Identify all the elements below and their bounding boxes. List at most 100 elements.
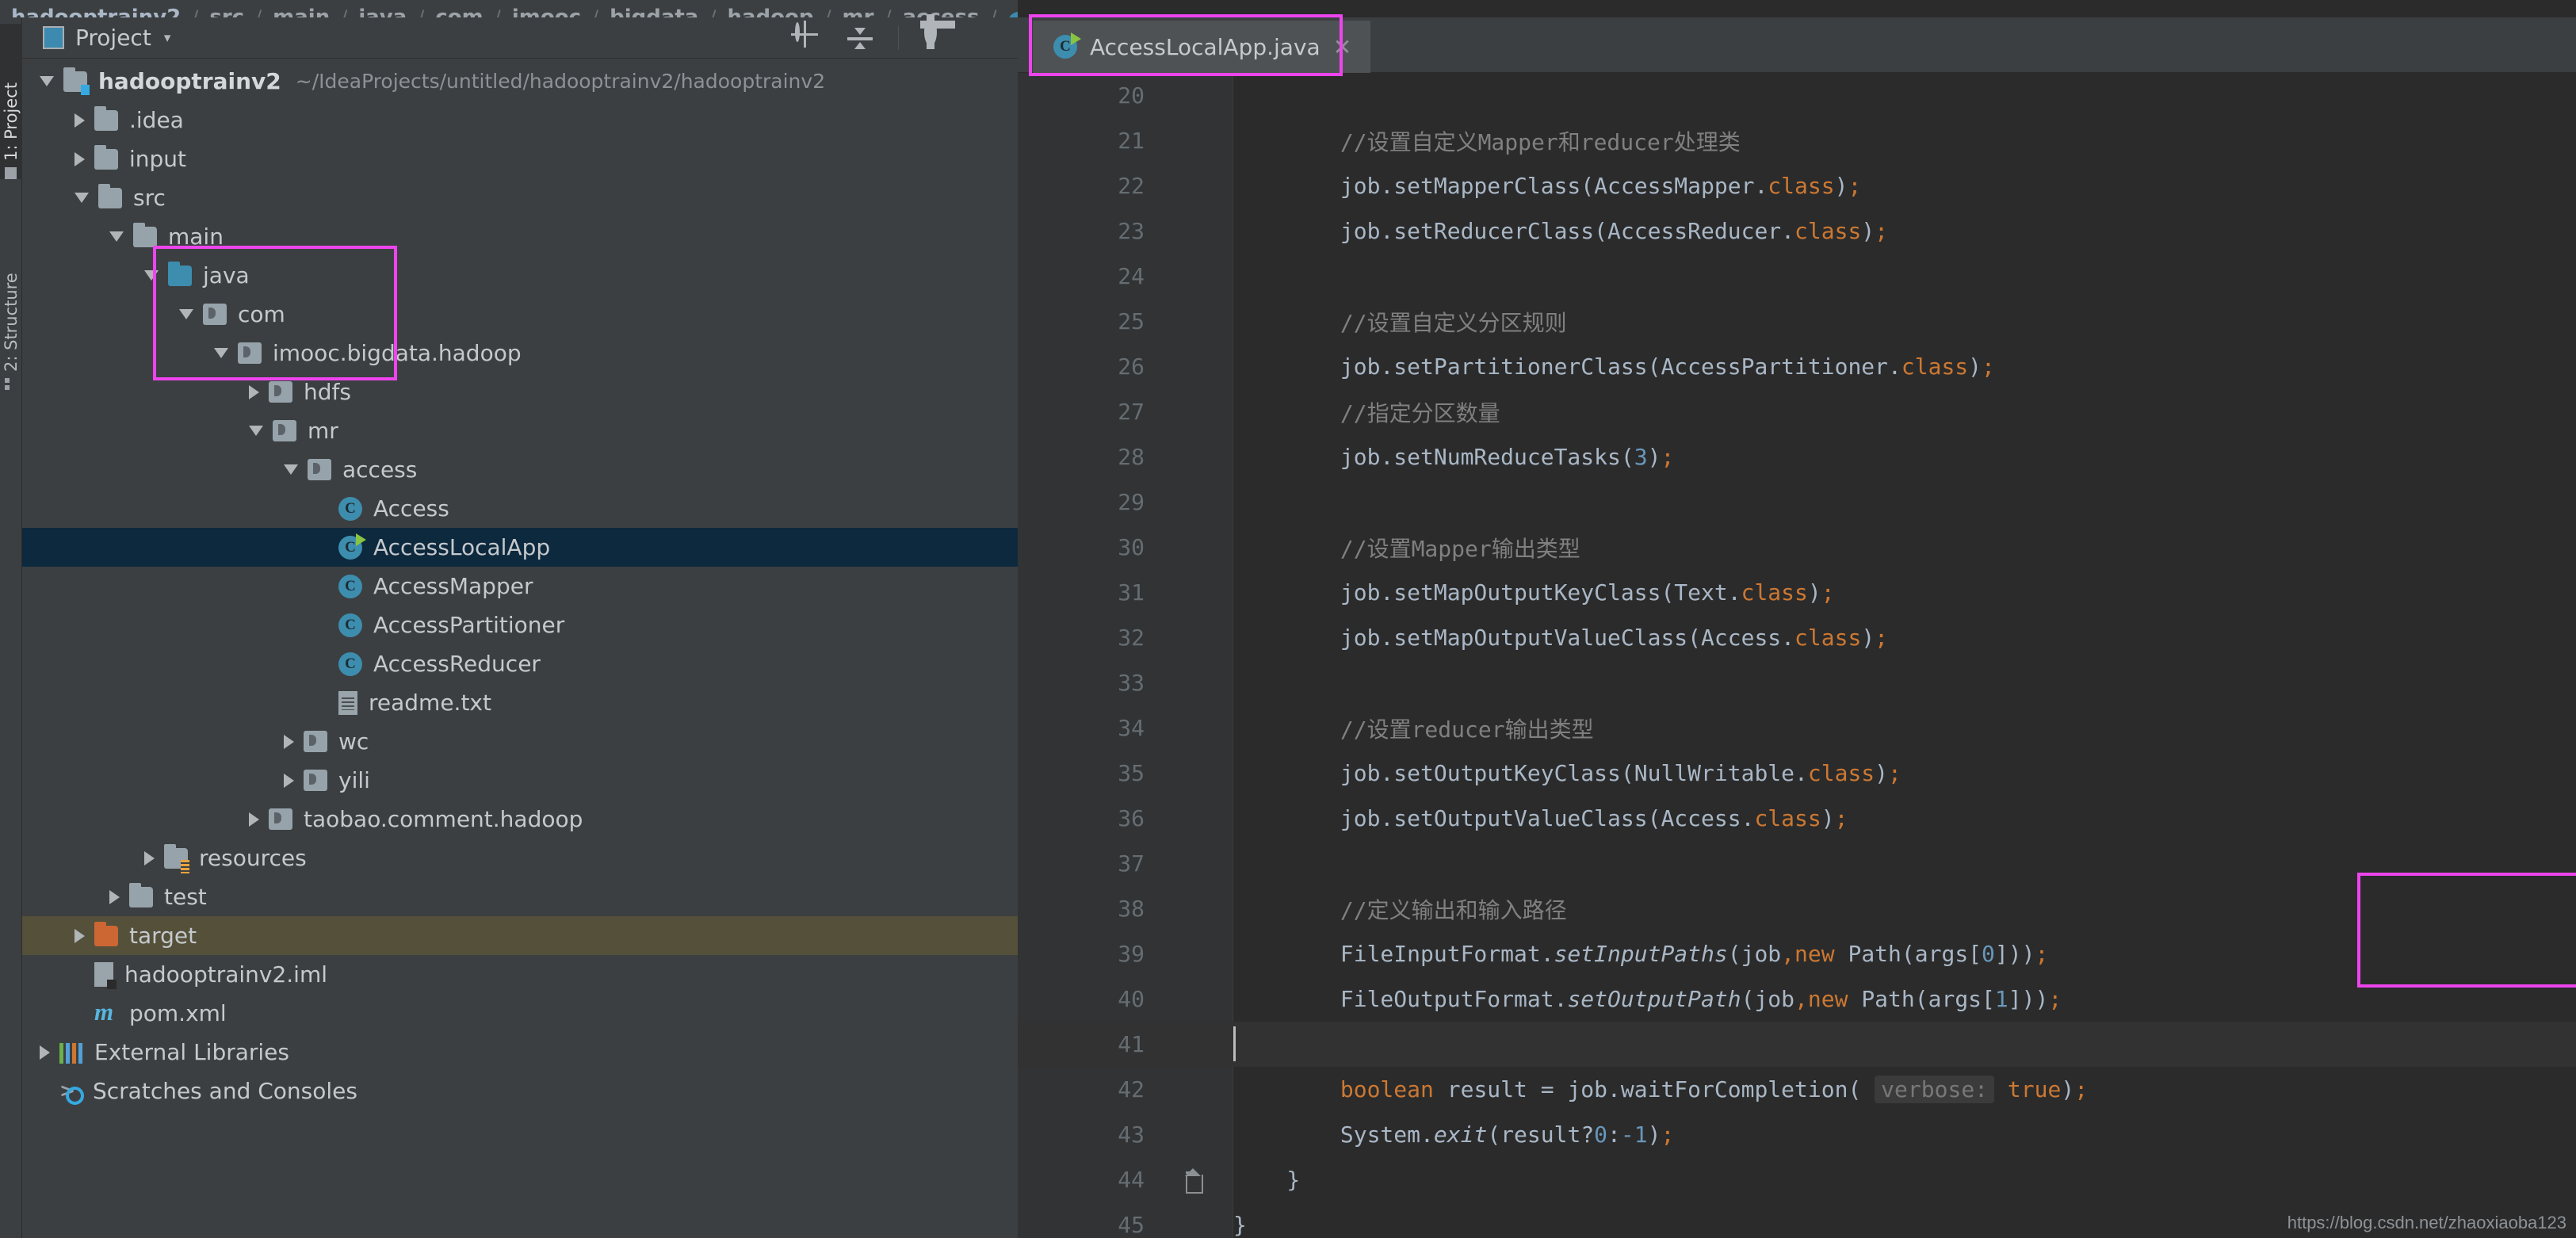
tree-toggle-down-icon[interactable] (75, 193, 89, 203)
tree-row-input[interactable]: input (22, 139, 1018, 178)
tree-row-accessreducer[interactable]: C AccessReducer (22, 644, 1018, 683)
code-line-35[interactable]: 35 job.setOutputKeyClass(NullWritable.cl… (1018, 751, 2576, 796)
tree-toggle-right-icon[interactable] (75, 928, 85, 943)
tree-toggle-right-icon[interactable] (249, 812, 259, 827)
breadcrumb-item[interactable]: hadooptrainv2 (11, 7, 181, 17)
breadcrumb-item[interactable]: main (273, 7, 330, 17)
tree-toggle-right-icon[interactable] (249, 384, 259, 399)
chevron-down-icon[interactable]: ▾ (164, 30, 171, 46)
tree-row-com[interactable]: com (22, 295, 1018, 334)
line-number: 40 (1118, 986, 1145, 1012)
tree-toggle-right-icon[interactable] (284, 734, 294, 749)
breadcrumb-item[interactable]: java (358, 7, 407, 17)
close-icon[interactable]: ✕ (1333, 34, 1351, 60)
code-line-31[interactable]: 31 job.setMapOutputKeyClass(Text.class); (1018, 570, 2576, 615)
tree-row-target[interactable]: target (22, 916, 1018, 955)
code-line-30[interactable]: 30 //设置Mapper输出类型 (1018, 525, 2576, 570)
tree-row-access[interactable]: C Access (22, 489, 1018, 528)
tree-toggle-right-icon[interactable] (40, 1045, 50, 1060)
code-line-37[interactable]: 37 (1018, 841, 2576, 886)
tree-toggle-right-icon[interactable] (75, 113, 85, 128)
tree-row-accesspartitioner[interactable]: C AccessPartitioner (22, 606, 1018, 644)
tree-label: AccessMapper (373, 572, 533, 599)
tree-row-accessmapper[interactable]: C AccessMapper (22, 567, 1018, 606)
tree-toggle-right-icon[interactable] (75, 151, 85, 166)
code-line-38[interactable]: 38 //定义输出和输入路径 (1018, 886, 2576, 931)
tree-toggle-down-icon[interactable] (144, 270, 159, 281)
tree-toggle-down-icon[interactable] (179, 309, 193, 319)
tree-row-hdfs[interactable]: hdfs (22, 373, 1018, 411)
code-line-28[interactable]: 28 job.setNumReduceTasks(3); (1018, 434, 2576, 480)
tree-row-readme-txt[interactable]: readme.txt (22, 683, 1018, 722)
tree-toggle-down-icon[interactable] (249, 426, 263, 436)
code-line-34[interactable]: 34 //设置reducer输出类型 (1018, 705, 2576, 751)
tree-row-access[interactable]: access (22, 450, 1018, 489)
code-line-40[interactable]: 40 FileOutputFormat.setOutputPath(job,ne… (1018, 976, 2576, 1022)
code-editor[interactable]: 20 21 //设置自定义Mapper和reducer处理类 22 job.setM… (1018, 73, 2576, 1238)
tree-row-hadooptrainv2-iml[interactable]: hadooptrainv2.iml (22, 955, 1018, 994)
folder-module-icon (63, 67, 90, 95)
breadcrumb-item[interactable]: com (435, 7, 483, 17)
code-text: } (1233, 1212, 1247, 1238)
tree-row-hadooptrainv2[interactable]: hadooptrainv2 ~/IdeaProjects/untitled/had… (22, 62, 1018, 101)
code-line-21[interactable]: 21 //设置自定义Mapper和reducer处理类 (1018, 118, 2576, 163)
tree-row-mr[interactable]: mr (22, 411, 1018, 450)
code-line-42[interactable]: 42 boolean result = job.waitForCompletio… (1018, 1067, 2576, 1112)
breadcrumb-item[interactable]: access (903, 7, 980, 17)
tree-label: imooc.bigdata.hadoop (273, 339, 522, 366)
tree-row-main[interactable]: main (22, 217, 1018, 256)
code-line-27[interactable]: 27 //指定分区数量 (1018, 389, 2576, 434)
tree-row--idea[interactable]: .idea (22, 101, 1018, 139)
project-tree[interactable]: hadooptrainv2 ~/IdeaProjects/untitled/had… (22, 59, 1018, 1110)
sidebar-tab-project[interactable]: 1: Project (0, 24, 22, 179)
code-line-32[interactable]: 32 job.setMapOutputValueClass(Access.cla… (1018, 615, 2576, 660)
tree-toggle-down-icon[interactable] (284, 464, 298, 475)
code-line-33[interactable]: 33 (1018, 660, 2576, 705)
code-line-26[interactable]: 26 job.setPartitionerClass(AccessPartiti… (1018, 344, 2576, 389)
code-line-44[interactable]: 44 } (1018, 1157, 2576, 1202)
tree-row-external-libraries[interactable]: External Libraries (22, 1033, 1018, 1072)
tree-toggle-right-icon[interactable] (109, 889, 120, 904)
tree-row-wc[interactable]: wc (22, 722, 1018, 761)
tree-row-accesslocalapp[interactable]: C AccessLocalApp (22, 528, 1018, 567)
tree-row-imooc-bigdata-hadoop[interactable]: imooc.bigdata.hadoop (22, 334, 1018, 373)
tree-row-java[interactable]: java (22, 256, 1018, 295)
breadcrumb-item[interactable]: hadoop (727, 7, 813, 17)
tree-row-src[interactable]: src (22, 178, 1018, 217)
tree-row-scratches-and-consoles[interactable]: > Scratches and Consoles (22, 1072, 1018, 1110)
tree-row-yili[interactable]: yili (22, 761, 1018, 800)
code-line-20[interactable]: 20 (1018, 73, 2576, 118)
locate-icon[interactable] (795, 22, 822, 52)
code-line-22[interactable]: 22 job.setMapperClass(AccessMapper.class… (1018, 163, 2576, 208)
editor-tab-accesslocalapp[interactable]: C AccessLocalApp.java ✕ (1033, 21, 1371, 73)
code-text: job.setReducerClass(AccessReducer.class)… (1233, 218, 1889, 244)
breadcrumb-item[interactable]: src (209, 7, 244, 17)
gear-icon[interactable] (924, 18, 951, 52)
code-line-24[interactable]: 24 (1018, 254, 2576, 299)
minimize-icon[interactable] (977, 25, 1003, 52)
tree-toggle-down-icon[interactable] (214, 348, 228, 358)
code-line-29[interactable]: 29 (1018, 480, 2576, 525)
tree-toggle-down-icon[interactable] (40, 76, 54, 86)
code-line-25[interactable]: 25 //设置自定义分区规则 (1018, 299, 2576, 344)
code-line-43[interactable]: 43 System.exit(result?0:-1); (1018, 1112, 2576, 1157)
tree-row-pom-xml[interactable]: m pom.xml (22, 994, 1018, 1033)
sidebar-tab-structure[interactable]: 2: Structure (0, 200, 22, 390)
code-line-39[interactable]: 39 FileInputFormat.setInputPaths(job,new… (1018, 931, 2576, 976)
tree-toggle-right-icon[interactable] (144, 850, 155, 865)
breadcrumb-item[interactable]: imooc (512, 7, 581, 17)
tree-toggle-down-icon[interactable] (109, 231, 124, 242)
tree-row-taobao-comment-hadoop[interactable]: taobao.comment.hadoop (22, 800, 1018, 839)
breadcrumb-item[interactable]: bigdata (610, 7, 698, 17)
code-line-41[interactable]: 41 (1018, 1022, 2576, 1067)
tree-row-resources[interactable]: resources (22, 839, 1018, 877)
tree-row-test[interactable]: test (22, 877, 1018, 916)
breadcrumb-item[interactable]: mr (843, 7, 874, 17)
code-line-36[interactable]: 36 job.setOutputValueClass(Access.class)… (1018, 796, 2576, 841)
collapse-all-icon[interactable] (847, 26, 873, 50)
code-line-23[interactable]: 23 job.setReducerClass(AccessReducer.cla… (1018, 208, 2576, 254)
tree-toggle-right-icon[interactable] (284, 773, 294, 788)
line-number: 43 (1118, 1121, 1145, 1148)
